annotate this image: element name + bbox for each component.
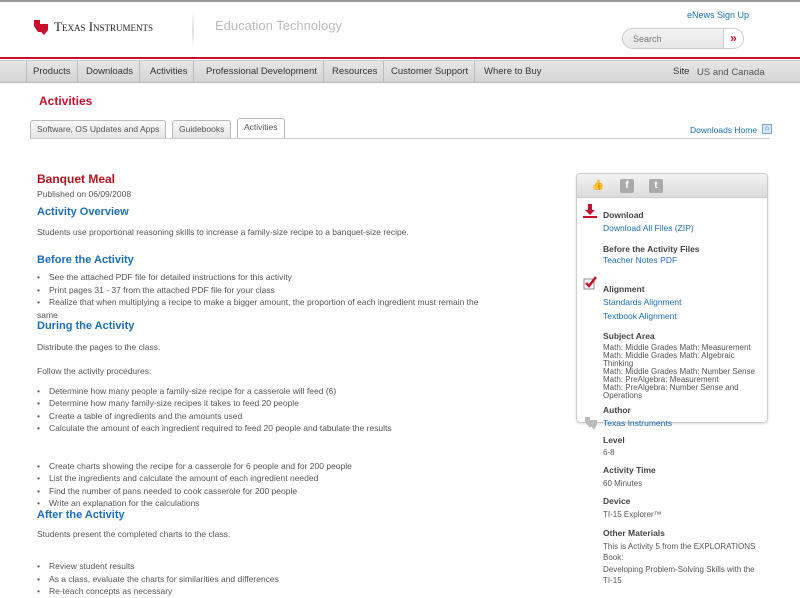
standards-alignment-link[interactable]: Standards Alignment	[603, 297, 681, 307]
before-files-heading: Before the Activity Files	[603, 244, 700, 254]
nav-products[interactable]: Products	[26, 61, 78, 83]
search-box[interactable]: Search »	[622, 28, 744, 49]
list-item: Create charts showing the recipe for a c…	[37, 461, 352, 471]
activity-title: Banquet Meal	[37, 172, 116, 186]
list-item: Determine how many people a family-size …	[37, 386, 336, 396]
search-go-button[interactable]: »	[723, 29, 743, 48]
home-icon[interactable]: ⌂	[762, 124, 772, 134]
level-heading: Level	[603, 435, 625, 445]
overview-text: Students use proportional reasoning skil…	[37, 227, 409, 237]
site-selector[interactable]: US and Canada	[697, 67, 765, 78]
before-heading: Before the Activity	[37, 254, 134, 266]
facebook-icon[interactable]: f	[620, 179, 634, 193]
brand-name: Texas Instruments	[54, 19, 154, 34]
other-materials-line: TI-15	[603, 576, 622, 585]
tab-software[interactable]: Software, OS Updates and Apps	[30, 120, 167, 138]
list-item: Write an explanation for the calculation…	[37, 498, 200, 508]
list-item: Determine how many family-size recipes i…	[37, 398, 299, 408]
twitter-icon[interactable]: t	[649, 179, 663, 193]
enews-signup-link[interactable]: eNews Sign Up	[687, 10, 749, 20]
list-item: List the ingredients and calculate the a…	[37, 473, 318, 483]
ti-author-icon	[585, 417, 597, 430]
textbook-alignment-link[interactable]: Textbook Alignment	[603, 311, 677, 321]
time-value: 60 Minutes	[603, 479, 643, 488]
time-heading: Activity Time	[603, 465, 656, 475]
list-item-continued: same	[37, 310, 58, 320]
like-icon[interactable]: 👍	[591, 179, 605, 193]
section-title: Education Technology	[215, 18, 342, 33]
checkbox-icon	[583, 276, 597, 290]
nav-professional-development[interactable]: Professional Development	[200, 61, 324, 83]
other-materials-line: Developing Problem-Solving Skills with t…	[603, 565, 755, 574]
during-text: Distribute the pages to the class.	[37, 342, 161, 352]
teacher-notes-link[interactable]: Teacher Notes PDF	[603, 255, 677, 265]
after-text: Students present the completed charts to…	[37, 529, 231, 539]
nav-resources[interactable]: Resources	[326, 61, 385, 83]
page-heading: Activities	[39, 94, 93, 108]
device-value: TI-15 Explorer™	[603, 510, 662, 519]
share-bar: 👍 f t	[577, 174, 767, 198]
list-item: Find the number of pans needed to cook c…	[37, 486, 297, 496]
list-item: Calculate the amount of each ingredient …	[37, 423, 392, 433]
subject-area-heading: Subject Area	[603, 331, 655, 341]
nav-where-to-buy[interactable]: Where to Buy	[478, 61, 548, 83]
tab-guidebooks[interactable]: Guidebooks	[172, 120, 232, 138]
list-item: See the attached PDF file for detailed i…	[37, 272, 292, 282]
download-icon	[583, 204, 597, 218]
after-heading: After the Activity	[37, 509, 125, 521]
list-item: Re-teach concepts as necessary	[37, 586, 172, 596]
overview-heading: Activity Overview	[37, 206, 129, 218]
ti-logo-icon	[34, 20, 48, 35]
download-heading: Download	[603, 210, 644, 220]
header-divider	[192, 12, 194, 48]
list-item: Print pages 31 - 37 from the attached PD…	[37, 285, 275, 295]
downloads-home-link[interactable]: Downloads Home	[690, 125, 757, 135]
nav-downloads[interactable]: Downloads	[80, 61, 140, 83]
header-rule	[0, 57, 800, 59]
tab-activities[interactable]: Activities	[237, 118, 285, 139]
list-item: Realize that when multiplying a recipe t…	[37, 297, 479, 307]
list-item: Create a table of ingredients and the am…	[37, 411, 242, 421]
alignment-heading: Alignment	[603, 284, 645, 294]
during-heading: During the Activity	[37, 320, 135, 332]
published-date: Published on 06/09/2008	[37, 189, 132, 199]
other-materials-line: Book:	[603, 553, 624, 562]
site-label: Site	[673, 66, 690, 77]
tab-divider	[30, 138, 770, 139]
main-nav: Products Downloads Activities Profession…	[0, 60, 800, 83]
ti-logo[interactable]: Texas Instruments	[32, 18, 153, 36]
download-all-link[interactable]: Download All Files (ZIP)	[603, 223, 694, 233]
level-value: 6-8	[603, 448, 615, 457]
list-item: As a class, evaluate the charts for simi…	[37, 574, 279, 584]
subject-item: Operations	[603, 391, 643, 400]
device-heading: Device	[603, 496, 631, 506]
other-materials-heading: Other Materials	[603, 528, 665, 538]
author-heading: Author	[603, 405, 631, 415]
nav-customer-support[interactable]: Customer Support	[385, 61, 476, 83]
nav-activities[interactable]: Activities	[144, 61, 195, 83]
procedures-text: Follow the activity procedures:	[37, 366, 152, 376]
other-materials-line: This is Activity 5 from the EXPLORATIONS	[603, 542, 756, 551]
search-input[interactable]: Search	[633, 34, 662, 44]
top-border	[0, 0, 800, 2]
list-item: Review student results	[37, 561, 135, 571]
author-link[interactable]: Texas Instruments	[603, 418, 672, 428]
